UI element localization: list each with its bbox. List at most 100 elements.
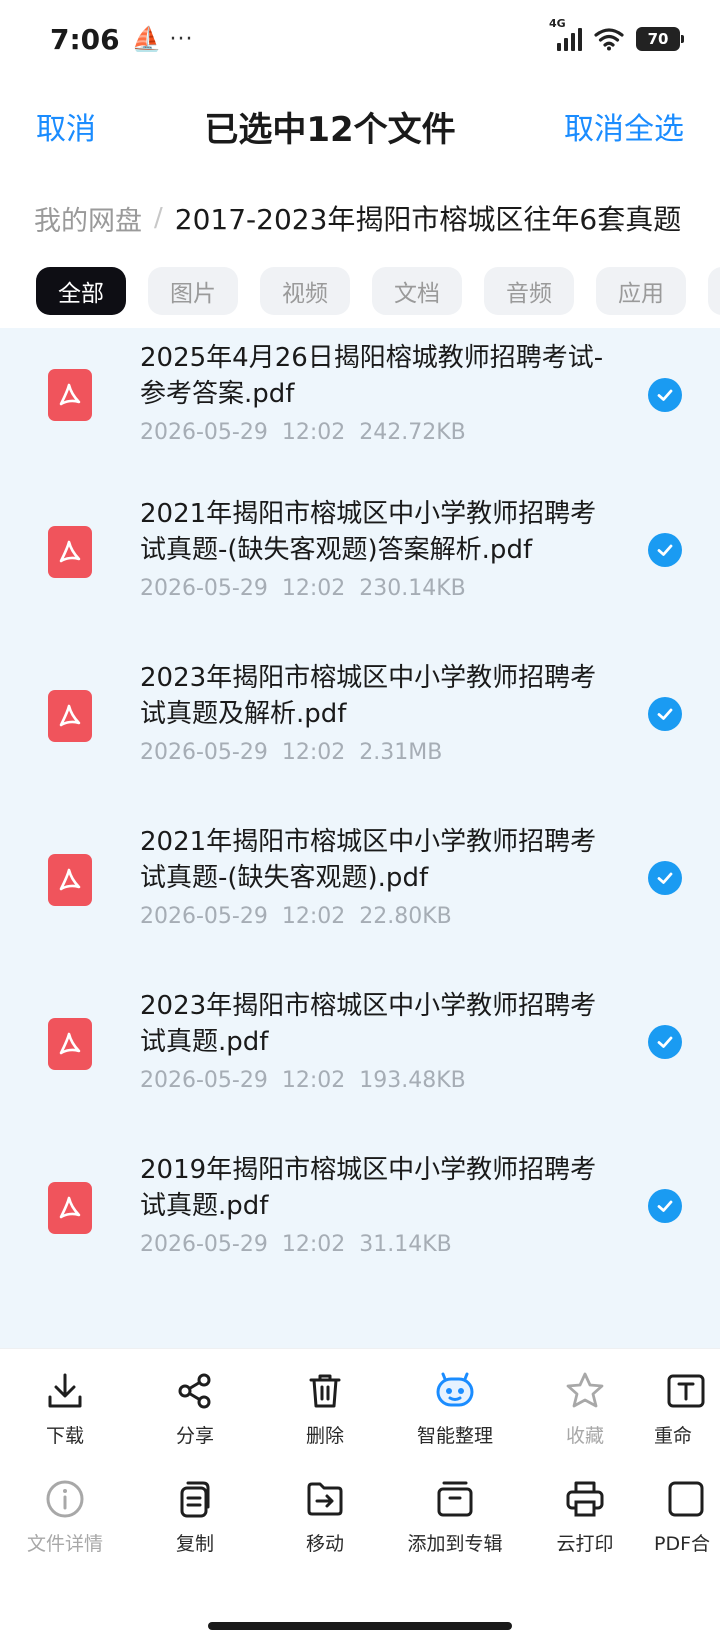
file-size: 230.14KB <box>359 576 466 601</box>
move-icon <box>307 1482 343 1516</box>
smart-organize-button[interactable]: 智能整理 <box>390 1369 520 1479</box>
move-button[interactable]: 移动 <box>260 1477 390 1587</box>
deselect-all-button[interactable]: 取消全选 <box>564 104 684 148</box>
more-notifications-icon: ··· <box>169 26 194 52</box>
breadcrumb-separator: / <box>154 203 163 233</box>
rename-button[interactable]: 重命 <box>650 1369 720 1479</box>
file-time: 12:02 <box>281 420 346 445</box>
selected-checkbox[interactable] <box>648 1025 682 1059</box>
favorite-button[interactable]: 收藏 <box>520 1369 650 1479</box>
action-label: 删除 <box>305 1425 344 1447</box>
filter-more[interactable] <box>708 267 720 315</box>
file-time: 12:02 <box>281 904 346 929</box>
album-icon <box>437 1481 473 1517</box>
copy-button[interactable]: 复制 <box>130 1477 260 1587</box>
rename-icon <box>667 1374 705 1408</box>
pdf-merge-icon <box>668 1481 704 1517</box>
breadcrumb-current: 2017-2023年揭阳市榕城区往年6套真题 <box>174 203 682 236</box>
cancel-button[interactable]: 取消 <box>36 104 96 148</box>
list-item[interactable]: 2021年揭阳市榕城区中小学教师招聘考试真题-(缺失客观题)答案解析.pdf 2… <box>0 492 720 656</box>
pdf-file-icon <box>48 1182 92 1234</box>
list-item[interactable]: 2023年揭阳市榕城区中小学教师招聘考试真题.pdf 2026-05-29 12:… <box>0 984 720 1148</box>
action-label: 下载 <box>45 1425 84 1447</box>
list-item[interactable]: 2023年揭阳市榕城区中小学教师招聘考试真题及解析.pdf 2026-05-29… <box>0 656 720 820</box>
app-notification-icon: ⛵ <box>131 25 162 53</box>
breadcrumb: 我的网盘 / 2017-2023年揭阳市榕城区往年6套真题 <box>0 180 720 256</box>
file-details-button[interactable]: 文件详情 <box>0 1477 130 1587</box>
file-time: 12:02 <box>281 576 346 601</box>
copy-icon <box>180 1481 210 1518</box>
pdf-file-icon <box>48 690 92 742</box>
file-date: 2026-05-29 <box>140 420 268 445</box>
home-indicator[interactable] <box>208 1622 512 1630</box>
filter-all[interactable]: 全部 <box>36 267 126 315</box>
action-label: 收藏 <box>565 1425 604 1447</box>
file-meta: 2026-05-29 12:02 193.48KB <box>140 1068 480 1093</box>
list-item[interactable]: 2025年4月26日揭阳榕城教师招聘考试-参考答案.pdf 2026-05-29… <box>0 328 720 492</box>
status-indicators: 4G 70 <box>549 17 684 51</box>
file-time: 12:02 <box>281 1232 346 1257</box>
cellular-signal-icon: 4G <box>549 17 582 51</box>
action-label: 智能整理 <box>416 1425 493 1447</box>
file-name: 2021年揭阳市榕城区中小学教师招聘考试真题-(缺失客观题)答案解析.pdf <box>140 499 597 565</box>
star-icon <box>566 1372 604 1408</box>
file-size: 242.72KB <box>359 420 466 445</box>
page-title: 已选中12个文件 <box>204 109 456 150</box>
battery-icon: 70 <box>636 27 684 51</box>
action-label: PDF合 <box>654 1533 711 1555</box>
file-name: 2025年4月26日揭阳榕城教师招聘考试-参考答案.pdf <box>140 343 604 409</box>
file-type-filter: 全部 图片 视频 文档 音频 应用 <box>0 262 720 320</box>
battery-level: 70 <box>647 30 669 48</box>
filter-videos[interactable]: 视频 <box>260 267 350 315</box>
selected-checkbox[interactable] <box>648 1189 682 1223</box>
pdf-file-icon <box>48 1018 92 1070</box>
pdf-file-icon <box>48 526 92 578</box>
add-to-album-button[interactable]: 添加到专辑 <box>390 1477 520 1587</box>
download-icon <box>48 1373 82 1408</box>
selected-checkbox[interactable] <box>648 861 682 895</box>
file-time: 12:02 <box>281 1068 346 1093</box>
file-time: 12:02 <box>281 740 346 765</box>
file-meta: 2026-05-29 12:02 22.80KB <box>140 904 466 929</box>
info-icon <box>46 1480 84 1518</box>
filter-images[interactable]: 图片 <box>148 267 238 315</box>
selected-checkbox[interactable] <box>648 697 682 731</box>
filter-apps[interactable]: 应用 <box>596 267 686 315</box>
network-type: 4G <box>549 17 566 30</box>
pdf-file-icon <box>48 369 92 421</box>
breadcrumb-root[interactable]: 我的网盘 <box>34 199 142 238</box>
smart-organize-icon <box>436 1372 474 1407</box>
file-list: 2025年4月26日揭阳榕城教师招聘考试-参考答案.pdf 2026-05-29… <box>0 328 720 1348</box>
file-date: 2026-05-29 <box>140 1068 268 1093</box>
share-icon <box>178 1373 211 1409</box>
status-time: 7:06 <box>50 22 120 56</box>
share-button[interactable]: 分享 <box>130 1369 260 1479</box>
file-size: 22.80KB <box>359 904 452 929</box>
download-button[interactable]: 下载 <box>0 1369 130 1479</box>
file-date: 2026-05-29 <box>140 904 268 929</box>
delete-button[interactable]: 删除 <box>260 1369 390 1479</box>
selected-checkbox[interactable] <box>648 533 682 567</box>
file-meta: 2026-05-29 12:02 31.14KB <box>140 1232 466 1257</box>
action-label: 移动 <box>305 1533 344 1555</box>
cloud-print-button[interactable]: 云打印 <box>520 1477 650 1587</box>
list-item[interactable]: 2019年揭阳市榕城区中小学教师招聘考试真题.pdf 2026-05-29 12:… <box>0 1148 720 1312</box>
filter-documents[interactable]: 文档 <box>372 267 462 315</box>
pdf-merge-button[interactable]: PDF合 <box>650 1477 720 1587</box>
file-date: 2026-05-29 <box>140 1232 268 1257</box>
selected-checkbox[interactable] <box>648 378 682 412</box>
list-item[interactable]: 2021年揭阳市榕城区中小学教师招聘考试真题-(缺失客观题).pdf 2026-… <box>0 820 720 984</box>
file-size: 31.14KB <box>359 1232 452 1257</box>
action-label: 重命 <box>654 1425 693 1447</box>
file-name: 2021年揭阳市榕城区中小学教师招聘考试真题-(缺失客观题).pdf <box>140 827 597 893</box>
file-size: 2.31MB <box>359 740 443 765</box>
action-label: 复制 <box>175 1533 214 1555</box>
status-bar: 7:06 ⛵ ··· 4G 70 <box>0 0 720 78</box>
action-label: 文件详情 <box>26 1533 103 1555</box>
wifi-icon <box>594 28 624 51</box>
filter-audio[interactable]: 音频 <box>484 267 574 315</box>
file-name: 2023年揭阳市榕城区中小学教师招聘考试真题及解析.pdf <box>140 663 597 729</box>
pdf-file-icon <box>48 854 92 906</box>
file-meta: 2026-05-29 12:02 242.72KB <box>140 420 480 445</box>
action-label: 云打印 <box>556 1533 614 1555</box>
